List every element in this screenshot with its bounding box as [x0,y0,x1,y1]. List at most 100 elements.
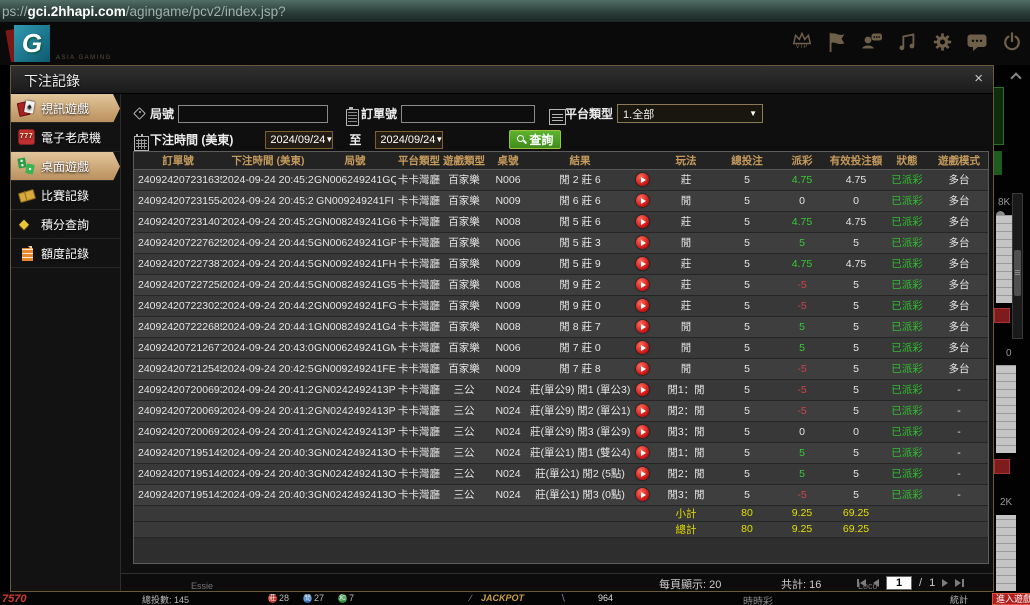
music-icon[interactable] [895,30,919,56]
cell-round: GN0242492413O [314,463,396,484]
scrollbar-thumb[interactable] [1014,250,1021,296]
background-balance: 7570 [2,593,26,605]
cell-order: 240924207227387 [134,253,222,274]
enter-game-button[interactable]: 進入遊戲 [992,593,1030,605]
sidebar-item[interactable]: 積分查詢 [11,210,120,239]
total-payout: 9.25 [776,521,828,537]
cell-game: 百家樂 [442,253,486,274]
cell-platform: 卡卡灣廳 [396,190,442,211]
power-icon[interactable] [1000,30,1024,56]
cell-time: 2024-09-24 20:45:24 [222,211,314,232]
cell-result: 莊(單公1) 閒1 (雙公4) [530,442,630,463]
replay-play-icon[interactable] [636,446,649,459]
dialog-title-bar: 下注記錄 × [11,66,993,94]
cell-game: 百家樂 [442,337,486,358]
cell-payout: 4.75 [776,169,828,190]
cell-table: N009 [486,253,530,274]
cell-time: 2024-09-24 20:41:22 [222,400,314,421]
sidebar-item[interactable]: 額度記錄 [11,239,120,268]
order-input[interactable] [401,105,535,123]
cell-method: 閒1：閒 [654,379,718,400]
replay-play-icon[interactable] [636,383,649,396]
cell-bet: 5 [718,400,776,421]
cell-valid: 4.75 [828,211,884,232]
cell-result: 莊(單公9) 閒1 (單公3) [530,379,630,400]
background-red-button[interactable] [994,459,1010,474]
last-page-button[interactable] [955,579,964,587]
close-icon[interactable]: × [974,70,983,88]
replay-play-icon[interactable] [636,320,649,333]
cell-replay [630,253,654,274]
cell-time: 2024-09-24 20:44:17 [222,316,314,337]
cell-platform: 卡卡灣廳 [396,484,442,505]
cell-order: 240924207231407 [134,211,222,232]
replay-play-icon[interactable] [636,215,649,228]
background-total-bets: 總投數: 145 [142,593,189,605]
chevron-up-icon[interactable] [1010,72,1021,83]
col-header-replay [630,152,654,169]
replay-play-icon[interactable] [636,467,649,480]
replay-play-icon[interactable] [636,236,649,249]
chat-bubble-icon[interactable] [965,30,989,56]
flag-icon[interactable] [825,30,849,56]
sidebar-item[interactable]: 視訊遊戲 [11,94,120,123]
vip-crown-icon[interactable]: VIP [790,30,814,56]
cell-time: 2024-09-24 20:44:20 [222,295,314,316]
to-label: 至 [349,131,361,148]
date-to-picker[interactable]: 2024/09/24 ▼ [375,131,443,149]
replay-play-icon[interactable] [636,404,649,417]
cell-game: 三公 [442,484,486,505]
cell-bet: 5 [718,253,776,274]
table-row: 240924207212545 2024-09-24 20:42:59 GN00… [134,358,988,379]
replay-play-icon[interactable] [636,488,649,501]
sidebar-item[interactable]: 比賽記錄 [11,181,120,210]
round-input[interactable] [178,105,328,123]
background-red-button[interactable] [994,308,1010,323]
replay-play-icon[interactable] [636,278,649,291]
page-number-input[interactable] [886,576,912,590]
cell-mode: 多台 [930,253,988,274]
table-row: 240924207231635 2024-09-24 20:45:25 GN00… [134,169,988,190]
support-chat-icon[interactable] [860,30,884,56]
cell-time: 2024-09-24 20:41:22 [222,379,314,400]
replay-play-icon[interactable] [636,425,649,438]
bet-time-label: 下注時間 (美東) [150,131,233,148]
cell-method: 閒3：閒 [654,421,718,442]
replay-play-icon[interactable] [636,341,649,354]
cell-game: 百家樂 [442,232,486,253]
cell-mode: - [930,442,988,463]
table-row: 240924207223023 2024-09-24 20:44:20 GN00… [134,295,988,316]
cell-result: 閒 6 莊 6 [530,190,630,211]
replay-play-icon[interactable] [636,299,649,312]
calendar-icon [133,133,146,146]
replay-play-icon[interactable] [636,194,649,207]
platform-type-select[interactable]: 1.全部 ▼ [617,104,763,123]
background-lobby-right: 8K 0 2K [994,65,1030,592]
search-button[interactable]: 查詢 [509,130,561,149]
cell-valid: 0 [828,190,884,211]
settings-gear-icon[interactable] [930,30,954,56]
cell-valid: 0 [828,421,884,442]
cell-result: 閒 5 莊 3 [530,232,630,253]
scrollbar[interactable] [1012,193,1023,339]
table-row: 240924207227258 2024-09-24 20:44:51 GN00… [134,274,988,295]
replay-play-icon[interactable] [636,362,649,375]
status-badge: 已派彩 [884,400,930,421]
brand-logo[interactable]: G ASIA GAMING [12,25,72,65]
cell-method: 閒 [654,316,718,337]
table-row: 240924207195143 2024-09-24 20:40:38 GN02… [134,484,988,505]
cell-mode: - [930,400,988,421]
cell-order: 240924207195146 [134,463,222,484]
sidebar-item[interactable]: 電子老虎機 [11,123,120,152]
sidebar-item[interactable]: 桌面遊戲 [11,152,120,181]
cell-order: 240924207195143 [134,484,222,505]
replay-play-icon[interactable] [636,173,649,186]
date-from-picker[interactable]: 2024/09/24 ▼ [265,131,333,149]
sidebar-item-label: 視訊遊戲 [41,100,89,117]
next-page-button[interactable] [942,579,948,587]
cell-result: 莊(單公9) 閒3 (單公9) [530,421,630,442]
replay-play-icon[interactable] [636,257,649,270]
cell-method: 莊 [654,211,718,232]
cell-method: 閒1：閒 [654,442,718,463]
browser-address-bar[interactable]: ps://gci.2hhapi.com/agingame/pcv2/index.… [0,0,1030,22]
